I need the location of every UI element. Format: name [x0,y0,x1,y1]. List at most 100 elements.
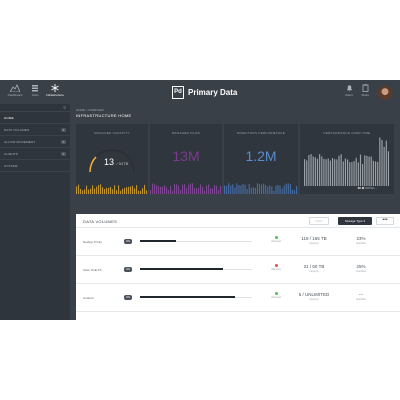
sidebar-item-home[interactable]: HOME [0,112,70,124]
available-value: --- [358,292,364,297]
timeline-bar [336,159,338,186]
volume-name: Isilon OnE FS [83,268,102,272]
nav-infrastructure-label: Infrastructure [46,93,64,97]
more-options-button[interactable]: ••• [376,217,394,225]
timeline-bar [338,155,340,186]
sparkline-bar [168,190,170,194]
sparkline-bar [214,185,216,194]
data-volumes-panel: DATA VOLUMES Filter Storage Type ▾ ••• N… [76,214,400,320]
storage-type-dropdown[interactable]: Storage Type ▾ [338,217,372,225]
timeline-bar [366,155,368,186]
avatar[interactable] [378,86,392,100]
sparkline-bar [254,188,256,194]
metric-title: MANAGED FILES [171,131,201,135]
sparkline-bar [281,188,283,194]
nav-tools-label: Tools [31,93,39,97]
volume-toggle[interactable]: ON [124,295,132,300]
performance-legend-text: IOPS/s ... [365,186,378,190]
nav-dashboard[interactable]: Dashboard [4,83,26,101]
available-label: Available [355,242,367,245]
status-text: All Good [271,240,281,243]
timeline-bar [381,140,383,186]
sparkline-bar [279,185,281,194]
sparkline-bar [76,186,78,194]
sparkline-bar [198,187,200,194]
timeline-bar [329,160,331,186]
sparkline-bar [120,190,122,194]
timeline-bar [370,156,372,186]
sparkline-bar [80,188,82,194]
sparkline-bar [192,183,194,194]
available-label: Available [355,270,367,273]
sidebar-item-label: SYSTEM [4,163,18,168]
sparkline-bar [146,190,148,194]
nav-dashboard-label: Dashboard [7,93,23,97]
timeline-bar [342,161,344,186]
sidebar-search[interactable]: ⚲ [0,104,70,112]
sparkline-bar [88,189,90,194]
sparkline-bar [275,185,277,194]
sparkline-bar [196,188,198,194]
sidebar-item-label: CLIENTS [4,151,19,156]
timeline-bar [379,137,381,186]
sparkline-bar [263,183,265,194]
timeline-bar [331,157,334,186]
sparkline-bar [122,188,124,194]
sparkline-bar [248,184,250,194]
sparkline-bar [98,185,100,194]
performance-value: 1.2M [245,148,277,164]
sparkline-bar [116,190,118,194]
nav-tasks-label: Tasks [361,93,369,97]
sparkline-bar [224,185,226,194]
sparkline-bar [246,189,248,194]
files-value: 13M [172,148,200,164]
filter-button[interactable]: Filter [309,217,329,225]
sidebar-item-count: 0 [61,140,66,144]
sparkline-bar [293,190,296,194]
sidebar-item-system[interactable]: SYSTEM [0,160,70,172]
volume-usage-bar [140,268,252,270]
capacity-value: 13 [104,157,115,167]
volume-row[interactable]: NetApp Trinity ON All Good 119 / 165 TB … [76,228,400,256]
sparkline-bar [142,188,144,194]
sparkline-bar [78,184,80,194]
sidebar-item-label: HOME [4,115,14,120]
timeline-bar [351,162,353,186]
sparkline-bar [174,184,176,194]
sparkline-bar [84,189,86,194]
nav-tasks[interactable]: Tasks [354,83,376,101]
volume-toggle[interactable]: ON [124,267,132,272]
sparkline-bar [86,185,88,194]
sparkline-bar [136,185,138,194]
timeline-bar [362,163,364,186]
volume-row[interactable]: Isilon OnE FS ON Warning 31 / 60 TB Capa… [76,256,400,284]
sparkline-bar [244,184,246,194]
sparkline-bar [170,186,172,194]
volume-toggle[interactable]: ON [124,239,132,244]
volume-capacity: 119 / 165 TB Capacity [294,236,334,245]
metric-performance-over-time: PERFORMANCE OVER TIME 30 M IOPS/s ... [300,124,394,194]
sparkline-bar [144,184,146,194]
sidebar-item-allow-movement[interactable]: ALLOW MOVEMENT 0 [0,136,70,148]
sparkline-bar [228,183,230,194]
nav-tools[interactable]: Tools [24,83,46,101]
volume-available: 25% Available [346,264,376,273]
timeline-bar [374,161,377,186]
timeline-bar [304,159,306,186]
timeline-bar [334,159,336,186]
sparkline-bar [291,189,293,194]
sidebar-item-data-volumes[interactable]: DATA VOLUMES 3 [0,124,70,136]
sparkline-bar [178,185,180,194]
sparkline-bar [252,187,254,194]
capacity-value: 5 / UNLIMITED [298,292,330,297]
volume-usage-bar [140,296,252,298]
timeline-bar [321,156,323,186]
sparkline-bar [104,188,106,194]
volume-row[interactable]: Amazon ON All Good 5 / UNLIMITED Capacit… [76,284,400,312]
sidebar-item-clients[interactable]: CLIENTS 0 [0,148,70,160]
top-bar: Dashboard Tools Infrastructure Pd Primar… [0,80,400,104]
timeline-bar [387,151,390,186]
nav-infrastructure[interactable]: Infrastructure [44,83,66,101]
sparkline-bar [164,185,166,194]
volume-available: 23% Available [346,236,376,245]
